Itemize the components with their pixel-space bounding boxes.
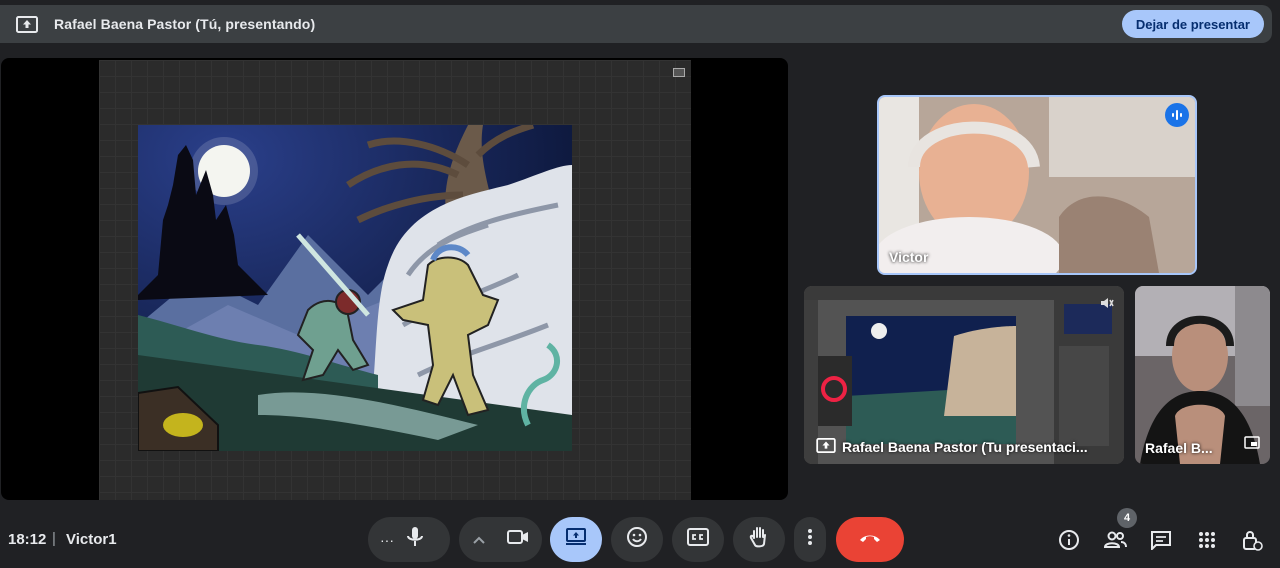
audio-options-button[interactable]: ··· xyxy=(380,532,394,548)
apps-icon[interactable] xyxy=(1195,528,1219,552)
people-icon[interactable] xyxy=(1103,528,1127,552)
tile-present-icon xyxy=(816,438,836,456)
camera-icon[interactable] xyxy=(507,529,529,550)
reactions-button[interactable] xyxy=(611,517,663,562)
raise-hand-button[interactable] xyxy=(733,517,785,562)
screen-share-label-row: Rafael Baena Pastor (Tu presentaci... xyxy=(816,438,1088,456)
host-controls-icon[interactable] xyxy=(1240,528,1264,552)
participant-tile-screen-share[interactable]: Rafael Baena Pastor (Tu presentaci... xyxy=(804,286,1124,464)
more-vert-icon xyxy=(807,528,813,551)
mic-control-group: ··· xyxy=(368,517,450,562)
raise-hand-icon xyxy=(749,526,769,553)
stop-presenting-button[interactable]: Dejar de presentar xyxy=(1121,10,1264,38)
minimize-icon[interactable] xyxy=(673,68,685,77)
participants-count-badge: 4 xyxy=(1117,508,1137,528)
chat-icon[interactable] xyxy=(1149,528,1173,552)
emoji-icon xyxy=(626,526,648,553)
participant-name: Rafael B... xyxy=(1145,440,1213,456)
captions-button[interactable] xyxy=(672,517,724,562)
meeting-time: 18:12 xyxy=(8,531,47,548)
participant-tile-victor[interactable]: Victor xyxy=(877,95,1197,275)
speaking-icon xyxy=(1165,103,1189,127)
end-call-button[interactable] xyxy=(836,517,904,562)
presenting-bar: Rafael Baena Pastor (Tú, presentando) De… xyxy=(0,5,1272,43)
present-screen-button[interactable] xyxy=(550,517,602,562)
participant-name: Victor xyxy=(889,249,929,265)
end-call-icon xyxy=(858,531,882,549)
participant-tile-rafael[interactable]: Rafael B... xyxy=(1135,286,1270,464)
info-icon[interactable] xyxy=(1057,528,1081,552)
control-bar: 18:12 | Victor1 ··· xyxy=(0,510,1280,568)
presenting-title: Rafael Baena Pastor (Tú, presentando) xyxy=(54,16,316,32)
mic-icon[interactable] xyxy=(406,526,424,553)
screen-share-label: Rafael Baena Pastor (Tu presentaci... xyxy=(842,439,1088,455)
camera-control-group xyxy=(459,517,542,562)
pin-icon[interactable] xyxy=(1244,436,1260,454)
separator: | xyxy=(52,530,56,547)
meeting-name: Victor1 xyxy=(66,531,117,548)
drawing-canvas xyxy=(99,60,691,500)
captions-icon xyxy=(687,528,709,551)
artwork xyxy=(138,125,572,451)
present-icon xyxy=(16,15,38,33)
present-screen-icon xyxy=(565,528,587,551)
mute-icon xyxy=(1100,296,1114,315)
shared-screen xyxy=(1,58,788,500)
more-options-button[interactable] xyxy=(794,517,826,562)
chevron-up-icon[interactable] xyxy=(473,531,485,549)
